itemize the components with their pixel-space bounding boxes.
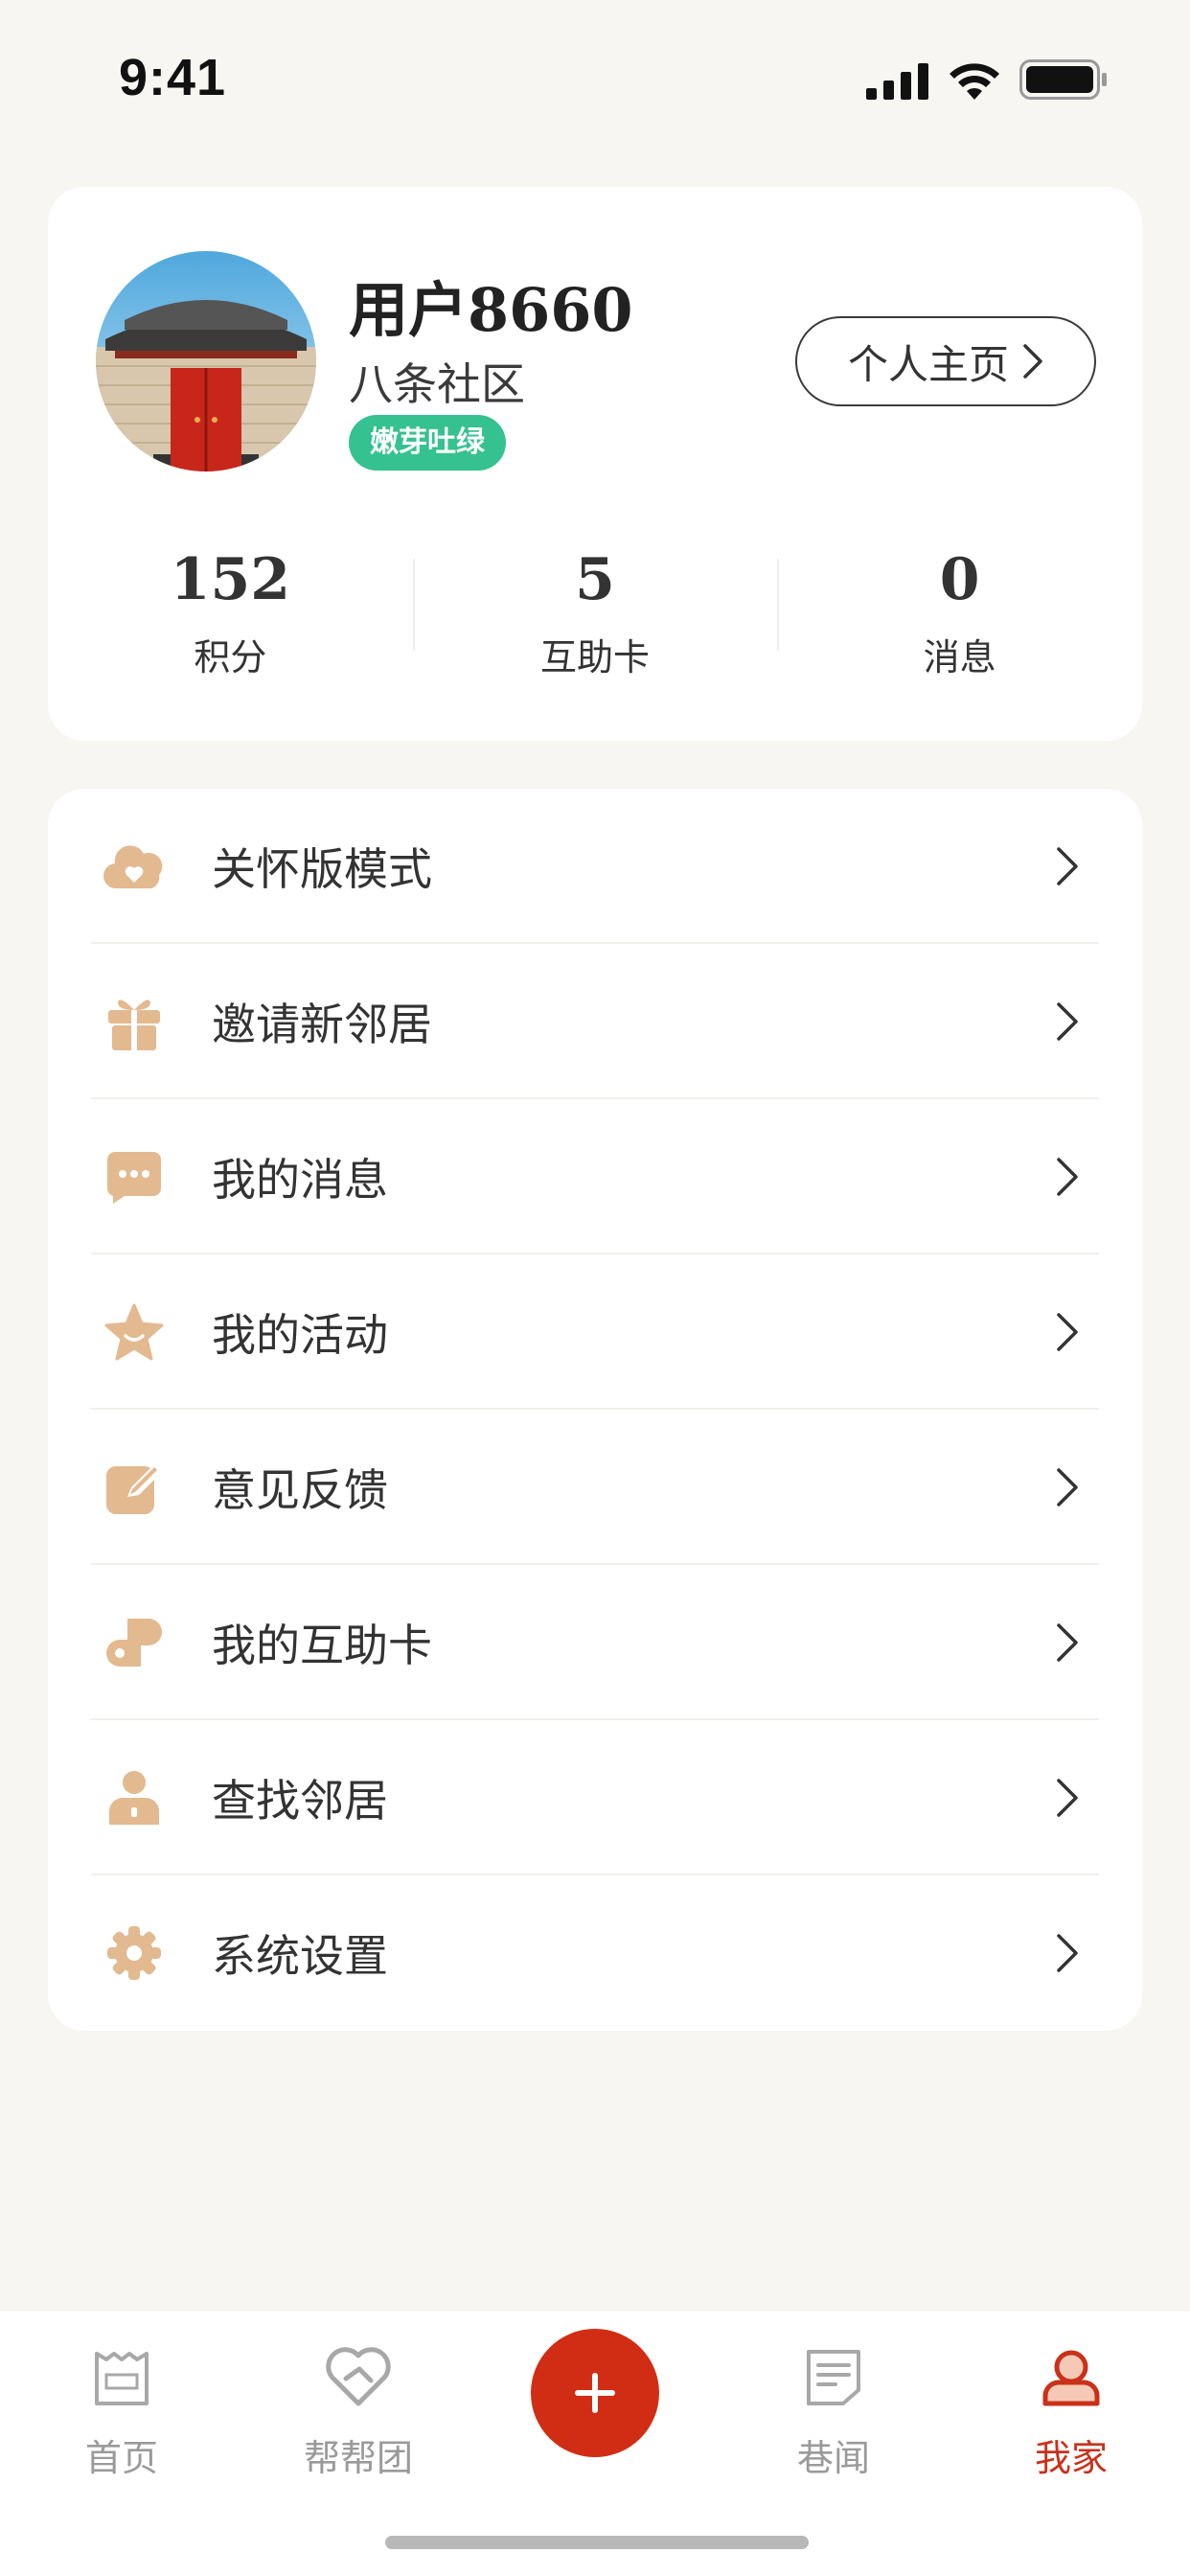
profile-icon <box>985 2312 1157 2407</box>
profile-card: 用户8660 八条社区 嫩芽吐绿 个人主页 152 积分 5 互助卡 0 消息 <box>48 187 1142 741</box>
chevron-right-icon <box>1057 1623 1078 1662</box>
menu-item-feedback[interactable]: 意见反馈 <box>91 1410 1099 1565</box>
tab-label: 首页 <box>84 2437 158 2479</box>
chevron-right-icon <box>1057 1002 1078 1041</box>
tab-label: 帮帮团 <box>303 2437 413 2479</box>
status-icons <box>866 59 1108 100</box>
plus-icon <box>575 2373 615 2413</box>
menu-item-label: 我的互助卡 <box>212 1620 432 1671</box>
cellular-signal-icon <box>866 63 928 100</box>
username: 用户8660 <box>349 275 633 345</box>
stat-help-cards[interactable]: 5 互助卡 <box>412 541 778 685</box>
heart-hand-icon <box>272 2312 445 2407</box>
menu-item-my-activities[interactable]: 我的活动 <box>91 1254 1099 1410</box>
menu-item-care-mode[interactable]: 关怀版模式 <box>91 789 1099 944</box>
menu-item-my-help-card[interactable]: 我的互助卡 <box>91 1565 1099 1720</box>
menu-card: 关怀版模式 邀请新邻居 我的消息 我的活动 意见反馈 我的互助卡 查找邻居 系统… <box>48 789 1142 2031</box>
person-icon <box>101 1764 168 1831</box>
tab-label: 我家 <box>1034 2437 1108 2479</box>
menu-item-invite-neighbor[interactable]: 邀请新邻居 <box>91 944 1099 1099</box>
menu-item-label: 我的消息 <box>212 1154 388 1206</box>
tab-help-group[interactable]: 帮帮团 <box>272 2312 445 2481</box>
menu-item-label: 意见反馈 <box>212 1464 388 1516</box>
menu-item-my-messages[interactable]: 我的消息 <box>91 1099 1099 1254</box>
stat-label: 消息 <box>923 636 996 678</box>
level-badge: 嫩芽吐绿 <box>349 415 506 471</box>
chevron-right-icon <box>1023 344 1042 379</box>
avatar[interactable] <box>96 251 316 472</box>
star-icon <box>101 1299 168 1366</box>
tab-label: 巷闻 <box>796 2437 870 2479</box>
heart-cloud-icon <box>101 833 168 900</box>
chevron-right-icon <box>1057 847 1078 886</box>
menu-item-label: 我的活动 <box>212 1309 388 1361</box>
battery-icon <box>1019 59 1107 100</box>
avatar-courtyard-gate-image <box>96 251 316 472</box>
menu-item-label: 关怀版模式 <box>212 843 432 895</box>
menu-item-label: 查找邻居 <box>212 1775 388 1827</box>
card-icon <box>101 1609 168 1676</box>
gift-icon <box>101 988 168 1055</box>
menu-item-system-settings[interactable]: 系统设置 <box>91 1875 1099 2031</box>
community-name: 八条社区 <box>349 358 525 410</box>
stat-value: 152 <box>170 546 290 613</box>
stat-label: 积分 <box>194 636 267 678</box>
tab-neighborhood-news[interactable]: 巷闻 <box>747 2312 920 2481</box>
stat-label: 互助卡 <box>540 636 651 678</box>
home-indicator <box>385 2536 809 2549</box>
stat-value: 0 <box>939 546 980 613</box>
stats-row: 152 积分 5 互助卡 0 消息 <box>48 541 1142 685</box>
stat-points[interactable]: 152 积分 <box>48 541 413 685</box>
menu-item-label: 邀请新邻居 <box>212 999 432 1050</box>
edit-icon <box>101 1454 168 1521</box>
chevron-right-icon <box>1057 1779 1078 1817</box>
tab-my-home[interactable]: 我家 <box>985 2312 1157 2481</box>
status-time: 9:41 <box>119 49 227 106</box>
personal-homepage-label: 个人主页 <box>847 340 1009 388</box>
personal-homepage-button[interactable]: 个人主页 <box>795 316 1096 406</box>
chevron-right-icon <box>1057 1158 1078 1196</box>
stat-value: 5 <box>575 546 615 613</box>
menu-item-find-neighbor[interactable]: 查找邻居 <box>91 1720 1099 1875</box>
home-icon <box>35 2312 208 2407</box>
status-bar: 9:41 <box>0 0 1190 144</box>
stat-messages[interactable]: 0 消息 <box>777 541 1142 685</box>
chevron-right-icon <box>1057 1468 1078 1506</box>
news-icon <box>747 2312 920 2407</box>
gear-icon <box>101 1920 168 1987</box>
menu-item-label: 系统设置 <box>212 1930 388 1982</box>
tab-home[interactable]: 首页 <box>35 2312 208 2481</box>
add-button[interactable] <box>531 2329 659 2457</box>
chevron-right-icon <box>1057 1934 1078 1972</box>
chevron-right-icon <box>1057 1313 1078 1351</box>
message-icon <box>101 1143 168 1210</box>
wifi-icon <box>950 63 999 100</box>
